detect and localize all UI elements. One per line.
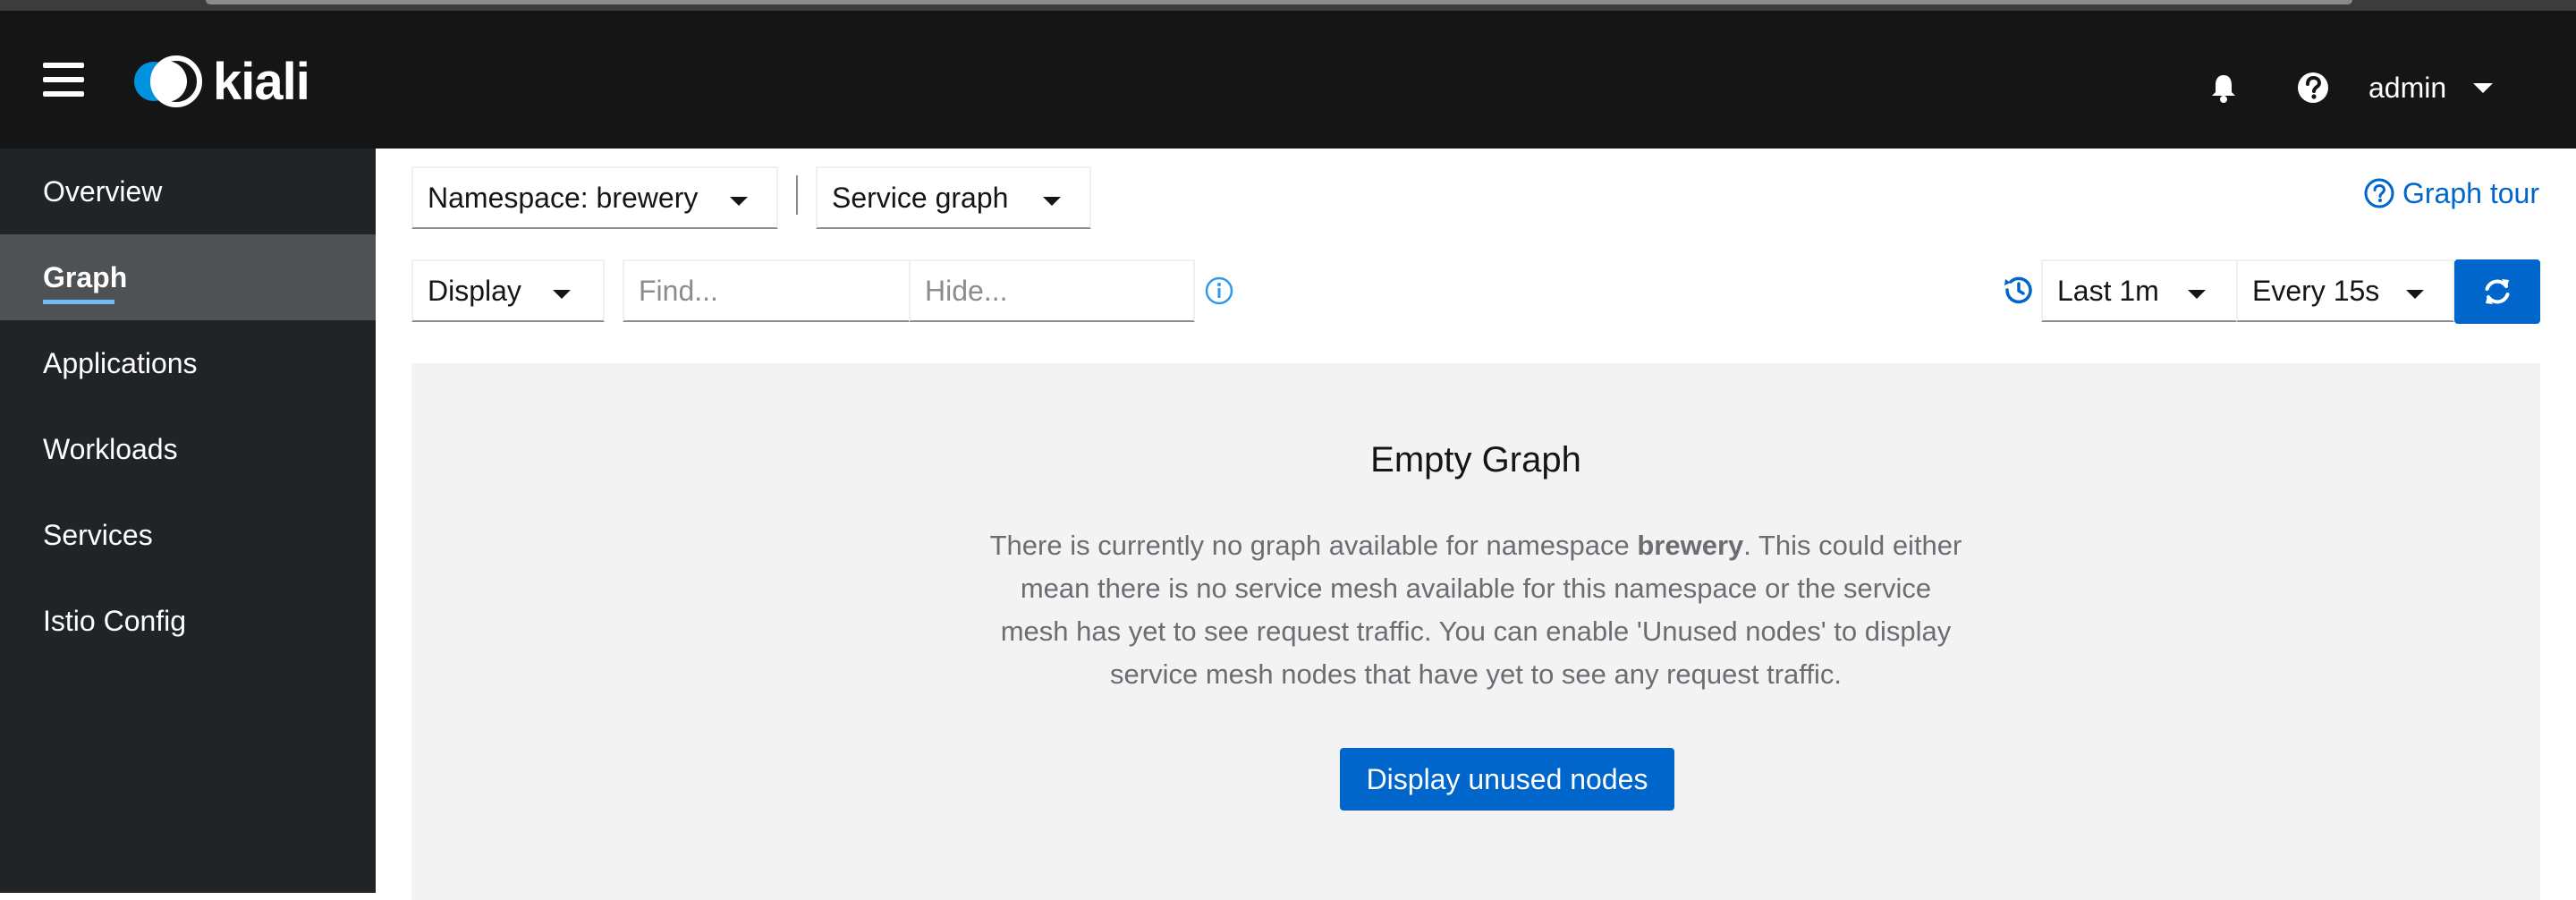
- kiali-logo-icon: [134, 55, 202, 107]
- help-circle-icon: [2364, 178, 2394, 208]
- sidebar-item-label: Istio Config: [43, 604, 187, 637]
- duration-dropdown-label: Last 1m: [2057, 274, 2159, 307]
- find-input[interactable]: [623, 259, 911, 322]
- caret-down-icon: [1043, 197, 1061, 206]
- graph-tour-label: Graph tour: [2402, 176, 2539, 209]
- masthead: kiali admin: [0, 11, 2576, 149]
- sidebar-item-label: Overview: [43, 174, 163, 208]
- empty-state-title: Empty Graph: [1370, 440, 1581, 480]
- empty-state-text-1: There is currently no graph available fo…: [989, 530, 1638, 561]
- namespace-dropdown[interactable]: Namespace: brewery: [411, 166, 778, 229]
- sidebar: Overview Graph Applications Workloads Se…: [0, 149, 376, 893]
- empty-state-body: There is currently no graph available fo…: [984, 524, 1968, 696]
- sidebar-item-label: Applications: [43, 346, 198, 379]
- graph-type-dropdown[interactable]: Service graph: [816, 166, 1091, 229]
- sidebar-item-workloads[interactable]: Workloads: [0, 406, 376, 492]
- username: admin: [2368, 71, 2447, 104]
- refresh-button[interactable]: [2454, 259, 2540, 324]
- graph-type-label: Service graph: [832, 181, 1009, 214]
- hide-input[interactable]: [909, 259, 1195, 322]
- refresh-interval-label: Every 15s: [2252, 274, 2380, 307]
- sidebar-item-label: Workloads: [43, 432, 178, 465]
- display-dropdown[interactable]: Display: [411, 259, 605, 322]
- sidebar-item-label: Graph: [43, 260, 128, 293]
- hamburger-icon[interactable]: [43, 63, 84, 97]
- kiali-logo[interactable]: kiali: [127, 50, 310, 113]
- sidebar-item-graph[interactable]: Graph: [0, 234, 376, 320]
- empty-state-namespace: brewery: [1637, 530, 1744, 561]
- sidebar-item-istio-config[interactable]: Istio Config: [0, 578, 376, 664]
- history-icon: [2004, 276, 2032, 304]
- caret-down-icon: [2188, 290, 2206, 299]
- help-icon[interactable]: [2295, 70, 2331, 106]
- sidebar-item-label: Services: [43, 518, 153, 551]
- sidebar-item-applications[interactable]: Applications: [0, 320, 376, 406]
- browser-tab-strip: [206, 0, 2352, 4]
- main-content: Namespace: brewery Service graph Graph t…: [376, 149, 2576, 900]
- toolbar-separator: [796, 175, 798, 215]
- display-dropdown-label: Display: [428, 274, 521, 307]
- caret-down-icon: [2473, 82, 2494, 93]
- bell-icon[interactable]: [2206, 70, 2241, 106]
- kiali-logo-text: kiali: [213, 52, 310, 111]
- caret-down-icon: [2406, 290, 2424, 299]
- refresh-interval-dropdown[interactable]: Every 15s: [2236, 259, 2454, 322]
- caret-down-icon: [730, 197, 748, 206]
- browser-frame: [0, 0, 2576, 11]
- active-indicator: [43, 300, 114, 304]
- graph-canvas: Empty Graph There is currently no graph …: [411, 363, 2540, 900]
- sidebar-item-overview[interactable]: Overview: [0, 149, 376, 234]
- display-unused-nodes-button[interactable]: Display unused nodes: [1340, 748, 1674, 811]
- duration-dropdown[interactable]: Last 1m: [2041, 259, 2238, 322]
- info-icon[interactable]: [1204, 276, 1234, 306]
- namespace-dropdown-label: Namespace: brewery: [428, 181, 699, 214]
- user-menu[interactable]: admin: [2368, 68, 2494, 107]
- sync-icon: [2485, 279, 2510, 304]
- graph-tour-link[interactable]: Graph tour: [2363, 175, 2539, 211]
- caret-down-icon: [553, 290, 571, 299]
- sidebar-item-services[interactable]: Services: [0, 492, 376, 578]
